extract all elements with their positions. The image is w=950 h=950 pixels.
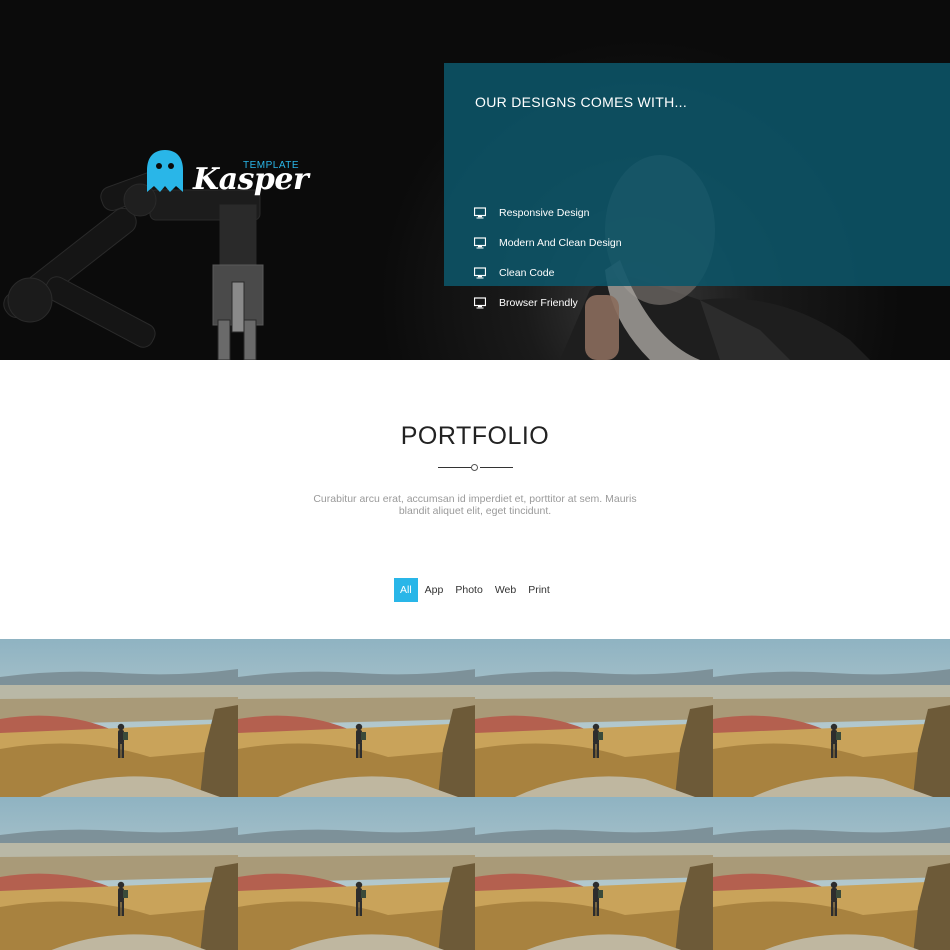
hero-section: TEMPLATE Kasper OUR DESIGNS COMES WITH..… (0, 0, 950, 360)
portfolio-photo (712, 639, 950, 797)
brand-logo[interactable]: TEMPLATE Kasper (145, 148, 309, 202)
monitor-icon (474, 237, 486, 249)
feature-item: Clean Code (474, 265, 554, 281)
portfolio-photo (237, 639, 475, 797)
filter-all[interactable]: All (394, 578, 418, 602)
filter-photo[interactable]: Photo (450, 578, 487, 602)
portfolio-item[interactable] (0, 639, 238, 797)
feature-label: Clean Code (499, 267, 555, 279)
portfolio-photo (0, 639, 238, 797)
portfolio-item[interactable] (475, 639, 713, 797)
portfolio-photo (475, 797, 713, 950)
filter-web[interactable]: Web (490, 578, 521, 602)
features-title: OUR DESIGNS COMES WITH... (475, 94, 688, 110)
portfolio-photo (712, 797, 950, 950)
portfolio-item[interactable] (237, 639, 475, 797)
portfolio-photo (0, 797, 238, 950)
feature-label: Browser Friendly (499, 297, 578, 309)
feature-item: Modern And Clean Design (474, 235, 622, 251)
intro-line: Curabitur arcu erat, accumsan id imperdi… (313, 493, 637, 505)
feature-label: Responsive Design (499, 207, 590, 219)
portfolio-intro: Curabitur arcu erat, accumsan id imperdi… (300, 493, 650, 517)
portfolio-photo (475, 639, 713, 797)
feature-label: Modern And Clean Design (499, 237, 622, 249)
portfolio-item[interactable] (712, 639, 950, 797)
intro-line: blandit aliquet elit, eget tincidunt. (398, 505, 552, 517)
filter-print[interactable]: Print (523, 578, 555, 602)
monitor-icon (474, 297, 486, 309)
portfolio-item[interactable] (712, 797, 950, 950)
filter-app[interactable]: App (420, 578, 449, 602)
brand-name: Kasper (193, 162, 309, 197)
monitor-icon (474, 207, 486, 219)
feature-item: Browser Friendly (474, 295, 578, 311)
ghost-icon (147, 150, 183, 192)
portfolio-photo (237, 797, 475, 950)
portfolio-item[interactable] (0, 797, 238, 950)
title-divider (438, 463, 513, 473)
portfolio-title: PORTFOLIO (400, 422, 550, 450)
feature-item: Responsive Design (474, 205, 589, 221)
monitor-icon (474, 267, 486, 279)
portfolio-item[interactable] (475, 797, 713, 950)
portfolio-item[interactable] (237, 797, 475, 950)
features-panel: OUR DESIGNS COMES WITH... Responsive Des… (444, 63, 950, 309)
portfolio-grid (0, 639, 950, 950)
portfolio-filters: All App Photo Web Print (394, 578, 557, 602)
